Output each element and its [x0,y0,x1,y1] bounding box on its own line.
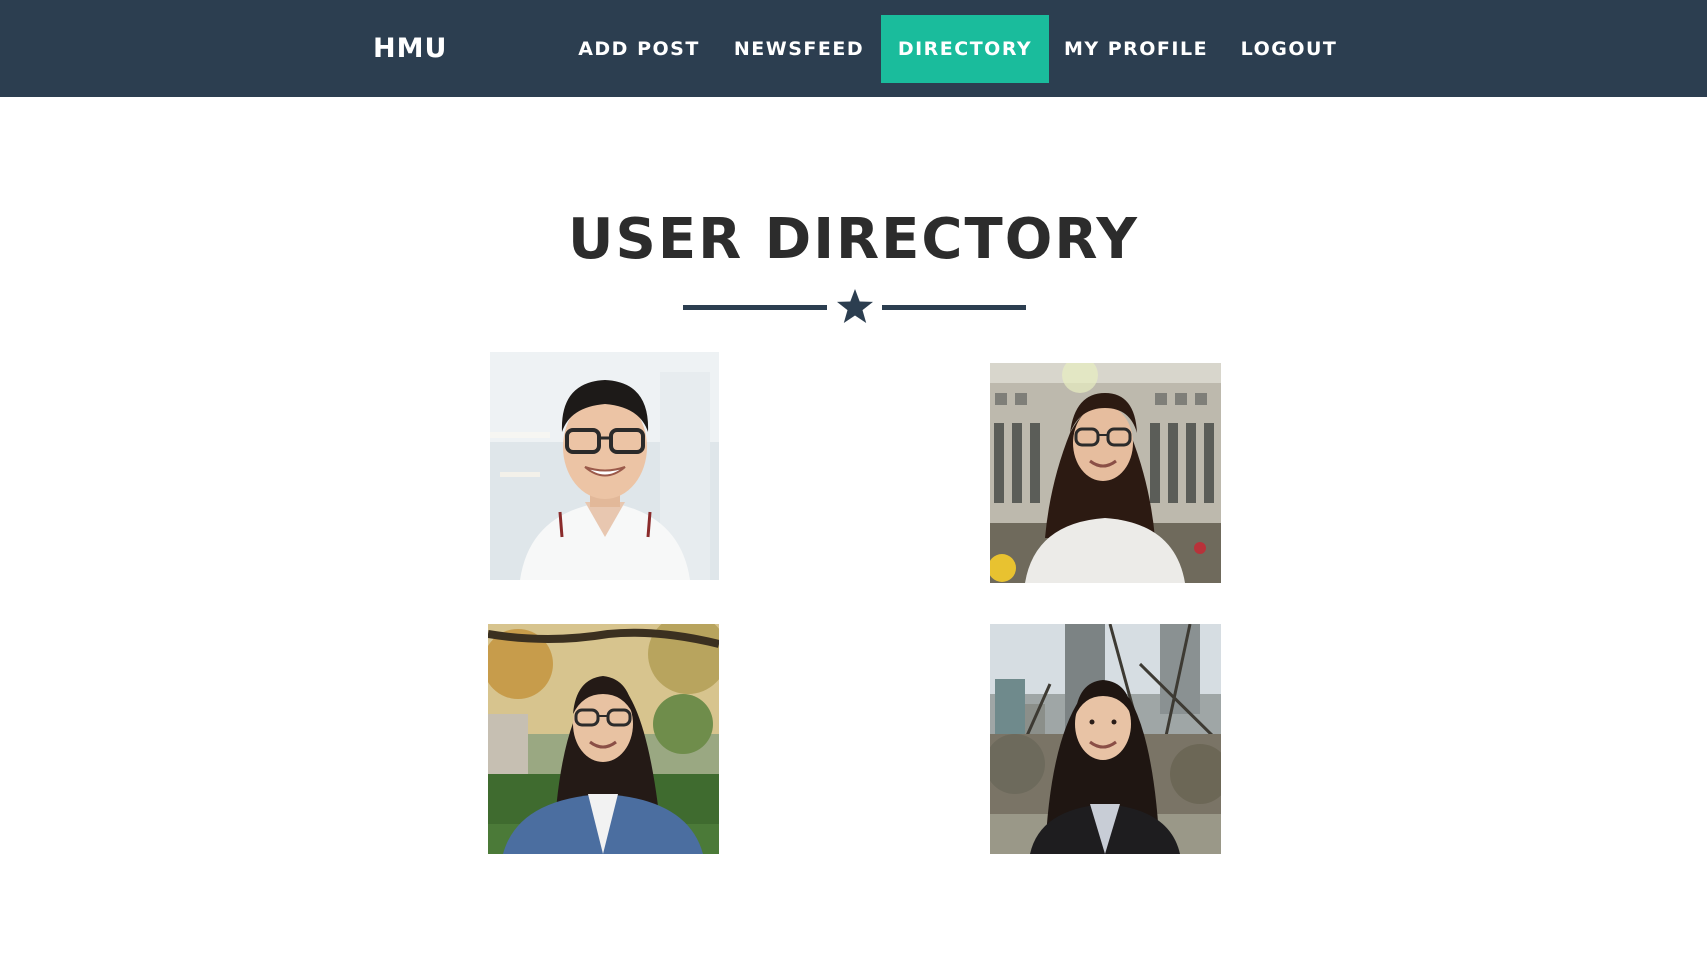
nav-my-profile[interactable]: MY PROFILE [1060,15,1212,83]
nav-directory[interactable]: DIRECTORY [881,15,1049,83]
brand-logo[interactable]: HMU [373,0,447,97]
user-photo-1[interactable] [490,352,719,580]
nav-add-post[interactable]: ADD POST [570,15,708,83]
divider-line-right [882,305,1026,310]
divider-line-left [683,305,827,310]
nav-newsfeed[interactable]: NEWSFEED [728,15,870,83]
star-icon [837,289,873,323]
user-photo-4[interactable] [990,624,1221,854]
nav-logout[interactable]: LOGOUT [1233,15,1345,83]
user-photo-2[interactable] [990,363,1221,583]
top-navbar: HMU ADD POST NEWSFEED DIRECTORY MY PROFI… [0,0,1707,97]
page-title: USER DIRECTORY [568,207,1139,272]
user-photo-3[interactable] [488,624,719,854]
